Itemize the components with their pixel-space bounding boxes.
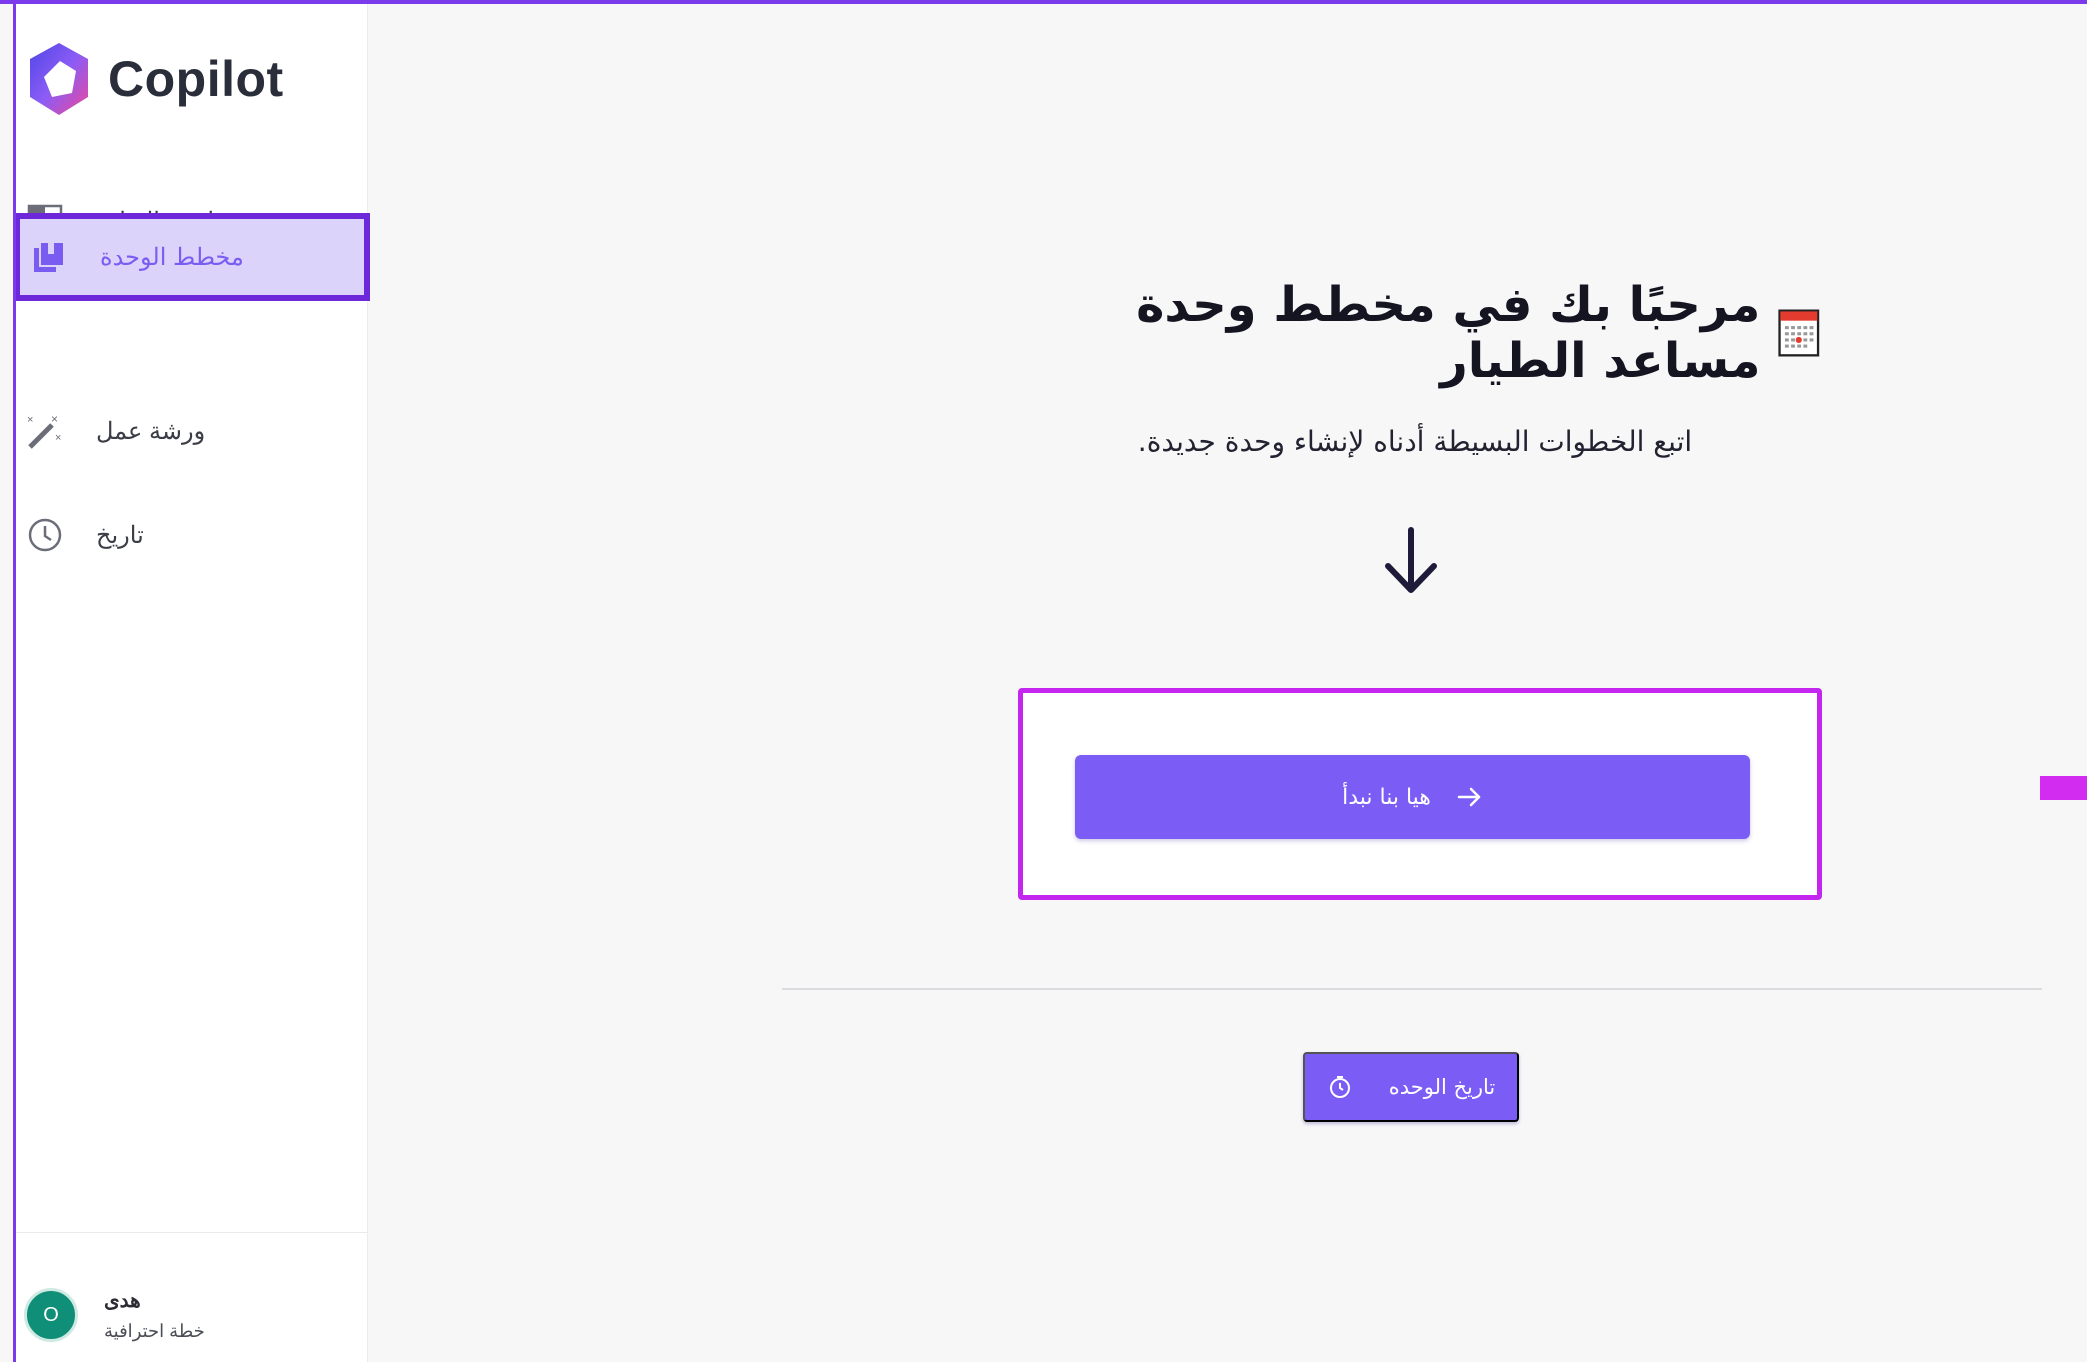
- get-started-button[interactable]: هيا بنا نبدأ: [1075, 755, 1750, 839]
- page-subtitle: .اتبع الخطوات البسيطة أدناه لإنشاء وحدة …: [1137, 425, 1693, 458]
- svg-text:×: ×: [55, 432, 61, 444]
- app-logo[interactable]: Copilot: [24, 34, 284, 124]
- magic-wand-icon: × × ×: [24, 410, 66, 452]
- calendar-icon: [1778, 309, 1820, 357]
- user-profile[interactable]: O هدى خطة احترافية: [24, 1288, 205, 1342]
- sidebar-divider: [16, 1232, 368, 1233]
- user-name: هدى: [104, 1290, 141, 1312]
- copilot-logo-icon: [30, 43, 88, 115]
- sidebar-item-label: مخطط الوحدة: [100, 243, 244, 271]
- svg-text:×: ×: [27, 414, 33, 426]
- history-icon: [1329, 1076, 1350, 1098]
- user-plan: خطة احترافية: [104, 1321, 205, 1341]
- sidebar-item-unit-planner[interactable]: مخطط الوحدة: [14, 213, 370, 301]
- arrow-down-icon: [1385, 527, 1437, 593]
- unit-history-label: تاريخ الوحده: [1388, 1075, 1496, 1099]
- sidebar-item-history[interactable]: تاريخ: [16, 494, 368, 576]
- avatar: O: [24, 1288, 78, 1342]
- svg-text:×: ×: [51, 412, 58, 426]
- sidebar-item-label: تاريخ: [96, 521, 144, 549]
- book-icon: [28, 236, 70, 278]
- sidebar-item-label: ورشة عمل: [96, 417, 206, 445]
- window-left-border: [13, 0, 16, 1362]
- section-divider: [782, 988, 2042, 990]
- get-started-label: هيا بنا نبدأ: [1342, 784, 1431, 810]
- arrow-right-icon: [1457, 787, 1481, 807]
- app-name: Copilot: [108, 51, 284, 107]
- clock-icon: [24, 514, 66, 556]
- sidebar: Copilot لوحة القيادة مخطط الوحدة ××× ورش…: [14, 4, 370, 1362]
- annotation-marker: [2040, 776, 2087, 800]
- sidebar-item-workshop[interactable]: × × × ورشة عمل: [16, 390, 368, 472]
- page-title: مرحبًا بك في مخطط وحدة مساعد الطيار: [1020, 277, 1820, 389]
- unit-history-button[interactable]: تاريخ الوحده: [1303, 1052, 1519, 1122]
- page-title-text: مرحبًا بك في مخطط وحدة مساعد الطيار: [1136, 277, 1761, 389]
